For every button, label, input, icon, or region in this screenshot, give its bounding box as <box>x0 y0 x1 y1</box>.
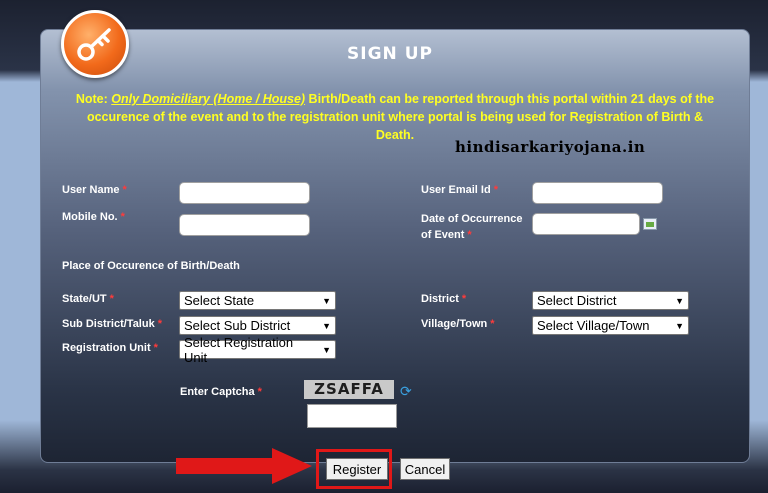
user-name-label: User Name * <box>62 184 127 196</box>
required-mark: * <box>120 211 125 223</box>
red-arrow-icon <box>176 448 312 484</box>
date-label-line1: Date of Occurrence <box>421 213 523 225</box>
village-label: Village/Town * <box>421 318 495 330</box>
required-mark: * <box>153 342 158 354</box>
state-select-value: Select State <box>184 293 255 308</box>
required-mark: * <box>122 184 127 196</box>
section-label: Place of Occurence of Birth/Death <box>62 260 240 272</box>
page-title: SIGN UP <box>347 44 433 64</box>
state-select[interactable]: Select State ▼ <box>179 291 336 310</box>
mobile-input[interactable] <box>179 214 310 236</box>
required-mark: * <box>461 293 467 305</box>
required-mark: * <box>467 229 472 241</box>
chevron-down-icon: ▼ <box>675 320 684 331</box>
state-label-text: State/UT <box>62 293 107 305</box>
required-mark: * <box>157 318 162 330</box>
email-label-text: User Email Id <box>421 184 491 196</box>
note-prefix: Note: <box>75 92 112 106</box>
district-select-value: Select District <box>537 293 617 308</box>
subdistrict-label: Sub District/Taluk * <box>62 318 162 330</box>
reg-unit-label-text: Registration Unit <box>62 342 151 354</box>
required-mark: * <box>109 293 114 305</box>
mobile-label: Mobile No. * <box>62 211 125 223</box>
reg-unit-label: Registration Unit * <box>62 342 158 354</box>
captcha-input[interactable] <box>307 404 397 428</box>
reg-unit-select[interactable]: Select Registration Unit ▼ <box>179 335 336 365</box>
state-label: State/UT * <box>62 293 114 305</box>
date-input[interactable] <box>532 213 640 235</box>
key-icon <box>77 28 111 61</box>
email-label: User Email Id * <box>421 184 498 196</box>
village-select-value: Select Village/Town <box>537 318 650 333</box>
captcha-image: ZSAFFA <box>304 380 394 399</box>
user-name-label-text: User Name <box>62 184 120 196</box>
required-mark: * <box>493 184 498 196</box>
captcha-label: Enter Captcha * <box>180 386 262 398</box>
chevron-down-icon: ▼ <box>675 295 684 306</box>
district-label-text: District <box>421 293 459 305</box>
calendar-icon[interactable] <box>643 218 657 230</box>
district-label: District * <box>421 293 466 305</box>
district-select[interactable]: Select District ▼ <box>532 291 689 310</box>
reg-unit-select-value: Select Registration Unit <box>184 334 294 365</box>
captcha-label-text: Enter Captcha <box>180 386 255 398</box>
cancel-button[interactable]: Cancel <box>400 458 450 480</box>
subdistrict-label-text: Sub District/Taluk <box>62 318 155 330</box>
required-mark: * <box>257 386 262 398</box>
date-label: Date of Occurrence of Event * <box>421 211 522 243</box>
note-emphasis: Only Domiciliary (Home / House) <box>111 92 306 106</box>
subdistrict-select-value: Select Sub District <box>184 318 291 333</box>
mobile-label-text: Mobile No. <box>62 211 118 223</box>
required-mark: * <box>490 318 495 330</box>
email-input[interactable] <box>532 182 663 204</box>
village-label-text: Village/Town <box>421 318 488 330</box>
chevron-down-icon: ▼ <box>322 344 331 355</box>
domicile-note: Note: Only Domiciliary (Home / House) Bi… <box>70 90 720 144</box>
date-label-line2: of Event <box>421 229 465 241</box>
chevron-down-icon: ▼ <box>322 295 331 306</box>
register-button[interactable]: Register <box>326 458 388 480</box>
key-logo <box>61 10 129 78</box>
village-select[interactable]: Select Village/Town ▼ <box>532 316 689 335</box>
watermark-text: hindisarkariyojana.in <box>455 138 646 156</box>
subdistrict-select[interactable]: Select Sub District ▼ <box>179 316 336 335</box>
user-name-input[interactable] <box>179 182 310 204</box>
chevron-down-icon: ▼ <box>322 320 331 331</box>
refresh-icon[interactable]: ⟳ <box>400 384 414 398</box>
